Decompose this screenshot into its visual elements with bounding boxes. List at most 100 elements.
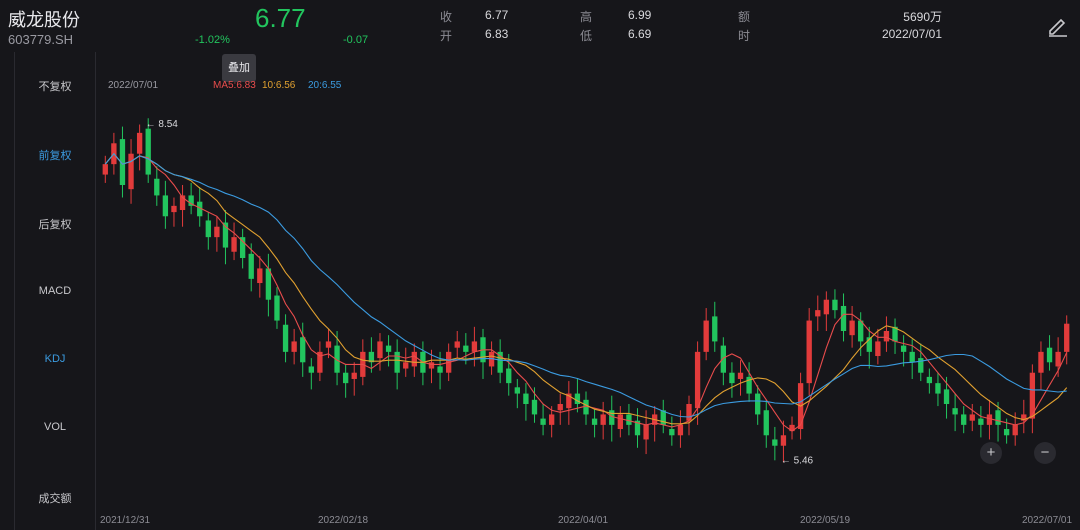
x-tick-5: 2022/07/01 [1022,515,1073,526]
time-label: 时 [738,29,751,43]
candle-body [626,414,632,425]
candle-body [557,404,563,411]
open-value: 6.83 [485,27,509,41]
candle-body [591,418,598,425]
indicator-sidebar: 不复权 前复权 后复权 MACD KDJ VOL 成交额 [14,52,96,530]
candle-body [145,128,151,175]
candle-body [154,178,160,196]
candle-body [737,372,744,379]
candle-body [755,393,761,415]
candle-body [995,410,1001,425]
high-price-marker: ← 8.54 [146,119,179,130]
menu-no-adjust[interactable]: 不复权 [15,78,95,94]
candle-body [583,399,589,415]
candle-body [1012,424,1018,436]
x-tick-4: 2022/05/19 [800,515,851,526]
candle-body [952,408,958,415]
candle-body [677,424,684,436]
amount-label: 额 [738,10,751,24]
overlay-tooltip[interactable]: 叠加 [222,54,256,82]
ma5-line [104,152,1068,432]
candle-body [986,414,993,425]
change-amount: -0.07 [343,34,369,46]
candle-body [282,324,289,352]
candle-body [231,237,237,252]
x-tick-3: 2022/04/01 [558,515,609,526]
candle-body [918,358,924,373]
candle-body [926,376,933,384]
menu-kdj[interactable]: KDJ [15,353,95,365]
candle-body [1046,347,1053,363]
candle-body [394,351,400,373]
candle-body [763,410,769,436]
candle-body [549,414,555,425]
candle-body [205,220,211,238]
candle-body [540,418,546,425]
candle-body [712,316,718,342]
last-price: 6.77 [255,3,306,33]
candle-body [523,393,529,404]
candle-body [325,341,332,348]
candle-body [411,351,417,367]
candle-body [342,372,349,384]
close-value: 6.77 [485,8,509,22]
low-price-marker: ← 5.46 [781,456,814,467]
candle-body [729,372,735,384]
candle-body [806,320,812,384]
candle-body [617,414,623,430]
candle-body [883,331,890,342]
candle-body [703,320,709,352]
candle-body [377,341,383,359]
candle-body [248,253,254,279]
close-label: 收 [440,10,453,24]
amount-value: 5690万 [903,10,942,24]
candle-body [1003,429,1010,436]
candlestick-chart[interactable]: ← 8.54 ← 5.46 [95,82,1080,530]
candle-body [171,205,177,213]
candle-body [720,345,727,373]
zoom-out-button[interactable]: − [1034,442,1056,464]
candle-body [531,399,538,415]
candle-body [300,337,306,363]
candle-body [643,424,649,440]
stock-name: 威龙股份 [8,10,80,30]
candle-body [403,362,409,369]
candle-body [780,435,787,446]
candle-body [437,366,443,373]
candle-body [514,387,520,394]
candle-body [772,439,778,446]
candle-body [385,345,392,352]
candle-body [257,268,263,284]
candle-body [351,372,357,379]
candle-body [214,226,220,238]
ma10-line [104,152,1068,425]
ma20-line [104,152,1067,418]
candle-body [900,345,907,352]
candle-body [832,299,838,311]
menu-turnover[interactable]: 成交额 [15,490,95,506]
menu-vol[interactable]: VOL [15,421,95,433]
zoom-in-button[interactable]: + [980,442,1002,464]
menu-forward-adjust[interactable]: 前复权 [15,147,95,163]
candle-body [102,164,108,175]
low-value: 6.69 [628,27,652,41]
change-percent: -1.02% [195,34,230,46]
menu-macd[interactable]: MACD [15,285,95,297]
stock-code: 603779.SH [8,32,74,47]
candle-body [1055,351,1061,367]
candle-body [506,368,512,384]
candle-body [935,383,941,394]
x-tick-2: 2022/02/18 [318,515,369,526]
candle-body [969,414,975,421]
high-value: 6.99 [628,8,652,22]
candle-body [428,362,435,369]
candle-body [162,195,169,217]
edit-icon[interactable] [1046,14,1070,38]
candle-body [875,341,881,357]
x-tick-1: 2021/12/31 [100,515,151,526]
candle-body [1064,323,1070,352]
candle-body [463,345,469,352]
time-value: 2022/07/01 [881,27,942,41]
menu-backward-adjust[interactable]: 后复权 [15,216,95,232]
candle-body [574,393,581,404]
